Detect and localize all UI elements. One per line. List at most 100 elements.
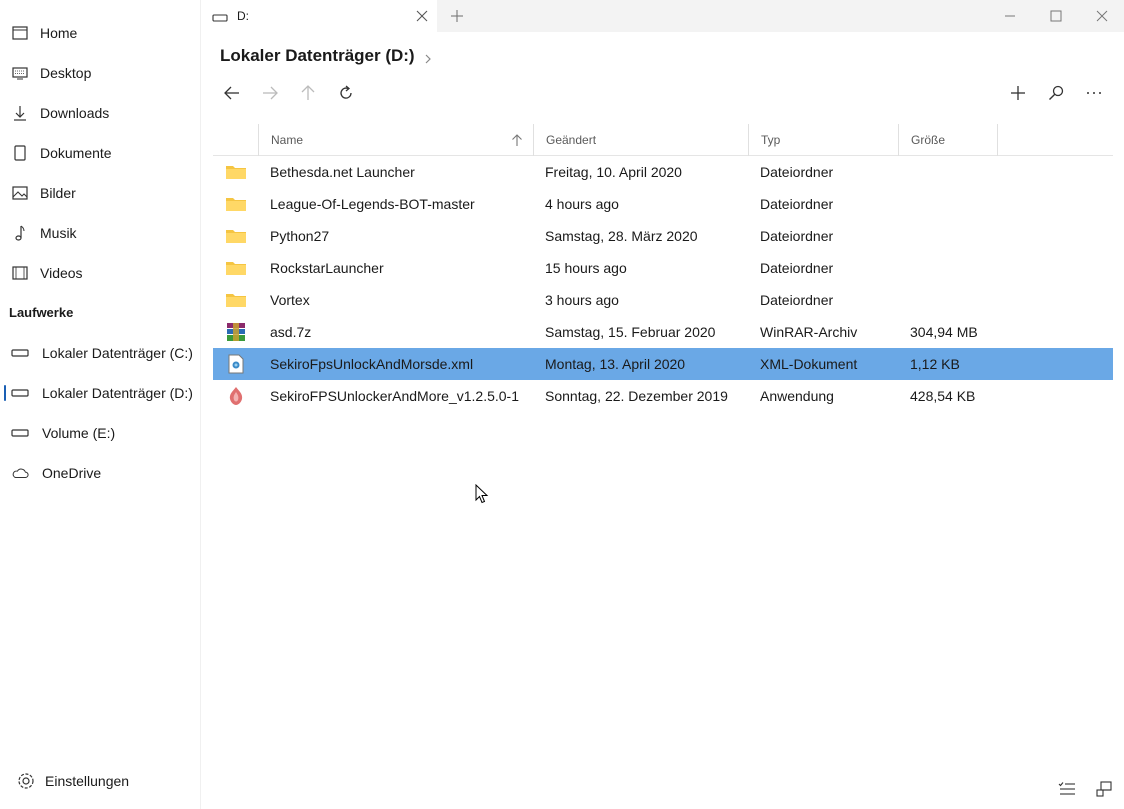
music-icon	[11, 224, 29, 242]
folder-icon	[224, 156, 248, 188]
file-type: Dateiordner	[760, 260, 834, 276]
file-list: Name Geändert Typ Größe Bethesda.net Lau…	[213, 124, 1113, 412]
file-name: Bethesda.net Launcher	[270, 164, 415, 180]
sidebar-item-desktop[interactable]: Desktop	[0, 55, 200, 91]
sidebar-item-pictures[interactable]: Bilder	[0, 175, 200, 211]
settings-button[interactable]: Einstellungen	[0, 763, 200, 799]
tab-label: D:	[237, 9, 249, 23]
winrar-archive-icon	[224, 316, 248, 348]
sidebar-item-onedrive[interactable]: OneDrive	[0, 455, 200, 491]
file-row[interactable]: RockstarLauncher 15 hours ago Dateiordner	[213, 252, 1113, 284]
drive-icon	[11, 424, 29, 442]
file-modified: Samstag, 15. Februar 2020	[545, 324, 716, 340]
file-type: WinRAR-Archiv	[760, 324, 858, 340]
file-size	[910, 284, 1020, 316]
title-bar: D:	[201, 0, 1124, 32]
minimize-icon[interactable]	[1002, 8, 1018, 24]
column-header-label: Typ	[761, 133, 781, 147]
sidebar-item-label: OneDrive	[42, 465, 102, 481]
tiles-view-icon[interactable]	[1095, 780, 1113, 798]
file-modified: 4 hours ago	[545, 196, 619, 212]
mouse-cursor-icon	[475, 483, 489, 507]
details-view-icon[interactable]	[1058, 780, 1076, 798]
maximize-icon[interactable]	[1048, 8, 1064, 24]
up-button[interactable]	[298, 83, 318, 103]
file-name: Python27	[270, 228, 330, 244]
file-row[interactable]: League-Of-Legends-BOT-master 4 hours ago D…	[213, 188, 1113, 220]
file-modified: Freitag, 10. April 2020	[545, 164, 682, 180]
search-button[interactable]	[1046, 83, 1066, 103]
sidebar-item-label: Dokumente	[40, 145, 112, 161]
file-size	[910, 220, 1020, 252]
sidebar-item-label: Desktop	[40, 65, 92, 81]
file-row[interactable]: asd.7z Samstag, 15. Februar 2020 WinRAR-Ar…	[213, 316, 1113, 348]
sidebar-item-label: Home	[40, 25, 78, 41]
new-tab-icon[interactable]	[449, 8, 465, 24]
sidebar: Home Desktop Downloads Dokumente Bilder …	[0, 0, 200, 809]
file-name: asd.7z	[270, 324, 312, 340]
file-size	[910, 188, 1020, 220]
new-item-button[interactable]	[1008, 83, 1028, 103]
refresh-button[interactable]	[336, 83, 356, 103]
settings-label: Einstellungen	[45, 773, 130, 789]
folder-icon	[224, 188, 248, 220]
breadcrumb-label: Lokaler Datenträger (D:)	[220, 46, 415, 65]
file-size	[910, 252, 1020, 284]
sidebar-item-documents[interactable]: Dokumente	[0, 135, 200, 171]
file-type: Dateiordner	[760, 196, 834, 212]
forward-button[interactable]	[260, 83, 280, 103]
sidebar-item-label: Lokaler Datenträger (C:)	[42, 345, 193, 361]
file-name: League-Of-Legends-BOT-master	[270, 196, 475, 212]
file-row[interactable]: Bethesda.net Launcher Freitag, 10. April …	[213, 156, 1113, 188]
file-modified: Sonntag, 22. Dezember 2019	[545, 388, 728, 404]
column-header-type[interactable]: Typ	[748, 124, 898, 156]
drives-header: Laufwerke	[9, 305, 74, 320]
file-size	[910, 156, 1020, 188]
tab-d[interactable]: D:	[201, 0, 437, 32]
back-button[interactable]	[222, 83, 242, 103]
column-header-modified[interactable]: Geändert	[533, 124, 748, 156]
sidebar-item-drive-d[interactable]: Lokaler Datenträger (D:)	[0, 375, 200, 411]
ellipsis-icon	[1087, 92, 1101, 94]
close-tab-icon[interactable]	[415, 9, 429, 23]
close-window-icon[interactable]	[1094, 8, 1110, 24]
download-icon	[11, 104, 29, 122]
file-name: SekiroFPSUnlockerAndMore_v1.2.5.0-1	[270, 388, 520, 404]
up-arrow-icon	[301, 85, 315, 100]
drive-icon	[11, 344, 29, 362]
application-icon	[224, 380, 248, 412]
search-icon	[1049, 85, 1064, 100]
gear-icon	[16, 771, 36, 791]
sidebar-item-music[interactable]: Musik	[0, 215, 200, 251]
chevron-right-icon	[423, 50, 433, 64]
file-list-body: Bethesda.net Launcher Freitag, 10. April …	[213, 156, 1113, 412]
column-header-name[interactable]: Name	[258, 124, 533, 156]
sidebar-item-label: Lokaler Datenträger (D:)	[42, 385, 193, 401]
sidebar-item-home[interactable]: Home	[0, 15, 200, 51]
breadcrumb[interactable]: Lokaler Datenträger (D:)	[220, 46, 433, 66]
more-options-button[interactable]	[1084, 83, 1104, 103]
file-row[interactable]: SekiroFPSUnlockerAndMore_v1.2.5.0-1 Sonnt…	[213, 380, 1113, 412]
main-pane: D: Lokaler Datenträger (D:) Name Geänder…	[200, 0, 1124, 809]
file-size: 428,54 KB	[910, 388, 976, 404]
sidebar-item-drive-c[interactable]: Lokaler Datenträger (C:)	[0, 335, 200, 371]
sort-ascending-icon	[511, 133, 523, 150]
sidebar-item-downloads[interactable]: Downloads	[0, 95, 200, 131]
column-header-size[interactable]: Größe	[898, 124, 998, 156]
file-type: Dateiordner	[760, 228, 834, 244]
sidebar-item-label: Musik	[40, 225, 77, 241]
folder-icon	[224, 284, 248, 316]
file-size: 1,12 KB	[910, 356, 960, 372]
folder-icon	[224, 220, 248, 252]
column-header-label: Name	[271, 133, 304, 147]
sidebar-item-videos[interactable]: Videos	[0, 255, 200, 291]
file-row[interactable]: Vortex 3 hours ago Dateiordner	[213, 284, 1113, 316]
sidebar-item-drive-e[interactable]: Volume (E:)	[0, 415, 200, 451]
refresh-icon	[340, 85, 352, 99]
file-type: Dateiordner	[760, 164, 834, 180]
sidebar-item-label: Videos	[40, 265, 83, 281]
home-icon	[11, 24, 29, 42]
file-row[interactable]: SekiroFpsUnlockAndMorsde.xml Montag, 13. …	[213, 348, 1113, 380]
file-modified: Samstag, 28. März 2020	[545, 228, 698, 244]
file-row[interactable]: Python27 Samstag, 28. März 2020 Dateiordne…	[213, 220, 1113, 252]
